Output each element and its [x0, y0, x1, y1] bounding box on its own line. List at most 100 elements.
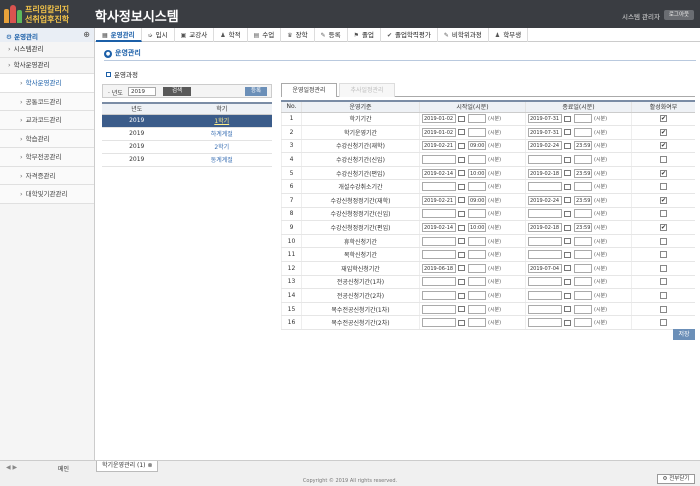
- table-row[interactable]: 2019 1학기: [102, 114, 272, 128]
- end-time-input[interactable]: [574, 209, 592, 219]
- sidebar-subitem[interactable]: › 자격증관리: [0, 166, 94, 185]
- end-date-input[interactable]: [528, 182, 562, 192]
- calendar-icon[interactable]: [564, 238, 571, 245]
- end-time-input[interactable]: 23:59: [574, 141, 592, 151]
- start-date-input[interactable]: 2019-01-02: [422, 127, 456, 137]
- end-date-input[interactable]: 2019-02-24: [528, 195, 562, 205]
- sidebar-item-system[interactable]: › 시스템관리: [0, 42, 94, 58]
- menu-tab-11[interactable]: ♟ 학부생: [489, 28, 529, 42]
- end-date-input[interactable]: [528, 304, 562, 314]
- end-date-input[interactable]: [528, 236, 562, 246]
- table-row[interactable]: 2019 하계계절: [102, 127, 272, 141]
- term-link[interactable]: 하계계절: [171, 127, 272, 141]
- menu-tab-4[interactable]: ♟ 학적: [214, 28, 248, 42]
- start-time-input[interactable]: [468, 291, 486, 301]
- sidebar-subitem[interactable]: › 학습관리: [0, 129, 94, 148]
- end-time-input[interactable]: [574, 250, 592, 260]
- end-time-input[interactable]: [574, 155, 592, 165]
- start-date-input[interactable]: [422, 250, 456, 260]
- menu-tab-3[interactable]: ▣ 교강사: [175, 28, 215, 42]
- start-time-input[interactable]: [468, 182, 486, 192]
- end-time-input[interactable]: [574, 182, 592, 192]
- end-time-input[interactable]: [574, 236, 592, 246]
- calendar-icon[interactable]: [458, 224, 465, 231]
- menu-tab-9[interactable]: ✔ 졸업학력평가: [381, 28, 438, 42]
- calendar-icon[interactable]: [564, 170, 571, 177]
- start-date-input[interactable]: [422, 291, 456, 301]
- tab-nav-arrows-icon[interactable]: ◀ ▶: [6, 464, 17, 471]
- calendar-icon[interactable]: [564, 197, 571, 204]
- end-time-input[interactable]: 23:59: [574, 195, 592, 205]
- calendar-icon[interactable]: [458, 197, 465, 204]
- end-time-input[interactable]: 23:59: [574, 168, 592, 178]
- active-checkbox[interactable]: [660, 319, 667, 327]
- start-date-input[interactable]: [422, 236, 456, 246]
- active-checkbox[interactable]: [660, 183, 667, 191]
- active-checkbox[interactable]: ✔: [660, 142, 667, 150]
- active-checkbox[interactable]: [660, 292, 667, 300]
- start-date-input[interactable]: [422, 304, 456, 314]
- sidebar-subitem[interactable]: › 공통코드관리: [0, 92, 94, 111]
- calendar-icon[interactable]: [458, 319, 465, 326]
- start-time-input[interactable]: [468, 127, 486, 137]
- start-time-input[interactable]: 10:00: [468, 223, 486, 233]
- calendar-icon[interactable]: [564, 319, 571, 326]
- calendar-icon[interactable]: [564, 115, 571, 122]
- start-time-input[interactable]: [468, 304, 486, 314]
- start-time-input[interactable]: [468, 318, 486, 328]
- start-time-input[interactable]: [468, 155, 486, 165]
- menu-tab-5[interactable]: ▤ 수업: [248, 28, 282, 42]
- calendar-icon[interactable]: [564, 251, 571, 258]
- start-time-input[interactable]: 09:00: [468, 141, 486, 151]
- end-date-input[interactable]: [528, 277, 562, 287]
- end-date-input[interactable]: [528, 155, 562, 165]
- sidebar-subitem[interactable]: › 교과코드관리: [0, 111, 94, 130]
- start-time-input[interactable]: 10:00: [468, 168, 486, 178]
- calendar-icon[interactable]: [458, 156, 465, 163]
- active-checkbox[interactable]: [660, 210, 667, 218]
- active-checkbox[interactable]: [660, 237, 667, 245]
- start-date-input[interactable]: [422, 182, 456, 192]
- start-date-input[interactable]: [422, 318, 456, 328]
- end-time-input[interactable]: 23:59: [574, 223, 592, 233]
- start-date-input[interactable]: 2019-02-14: [422, 168, 456, 178]
- end-time-input[interactable]: [574, 291, 592, 301]
- menu-tab-6[interactable]: ♛ 장학: [281, 28, 315, 42]
- start-time-input[interactable]: [468, 277, 486, 287]
- active-checkbox[interactable]: ✔: [660, 115, 667, 123]
- start-date-input[interactable]: 2019-06-18: [422, 263, 456, 273]
- sidebar-item-academic-ops[interactable]: › 학사운영관리: [0, 58, 94, 74]
- active-checkbox[interactable]: [660, 278, 667, 286]
- end-time-input[interactable]: [574, 263, 592, 273]
- active-checkbox[interactable]: [660, 264, 667, 272]
- tab-operation-schedule[interactable]: 운영일정관리: [281, 83, 337, 97]
- active-checkbox[interactable]: [660, 305, 667, 313]
- calendar-icon[interactable]: [458, 142, 465, 149]
- end-date-input[interactable]: [528, 209, 562, 219]
- sidebar-subitem[interactable]: › 학사운영관리: [0, 74, 94, 93]
- search-button[interactable]: 검색: [163, 87, 191, 96]
- start-date-input[interactable]: [422, 209, 456, 219]
- end-date-input[interactable]: 2019-02-18: [528, 223, 562, 233]
- end-date-input[interactable]: [528, 318, 562, 328]
- tab-additional-schedule[interactable]: 추사일정관리: [339, 83, 395, 97]
- start-date-input[interactable]: 2019-02-21: [422, 141, 456, 151]
- calendar-icon[interactable]: [458, 210, 465, 217]
- menu-tab-8[interactable]: ⚑ 졸업: [348, 28, 381, 42]
- calendar-icon[interactable]: [458, 292, 465, 299]
- start-time-input[interactable]: [468, 209, 486, 219]
- start-date-input[interactable]: 2019-01-02: [422, 114, 456, 124]
- active-checkbox[interactable]: ✔: [660, 224, 667, 232]
- end-time-input[interactable]: [574, 277, 592, 287]
- end-date-input[interactable]: 2019-07-31: [528, 114, 562, 124]
- menu-tab-10[interactable]: ✎ 비학위과정: [438, 28, 489, 42]
- close-icon[interactable]: ⊗: [147, 462, 152, 469]
- menu-tab-1[interactable]: ▦ 운영관리: [96, 28, 142, 42]
- start-date-input[interactable]: 2019-02-21: [422, 195, 456, 205]
- menu-tab-2[interactable]: ➭ 입시: [142, 28, 175, 42]
- open-tab[interactable]: 학기운영관리 (1) ⊗: [96, 461, 159, 472]
- start-date-input[interactable]: [422, 155, 456, 165]
- calendar-icon[interactable]: [564, 265, 571, 272]
- term-link[interactable]: 1학기: [171, 114, 272, 128]
- start-time-input[interactable]: [468, 263, 486, 273]
